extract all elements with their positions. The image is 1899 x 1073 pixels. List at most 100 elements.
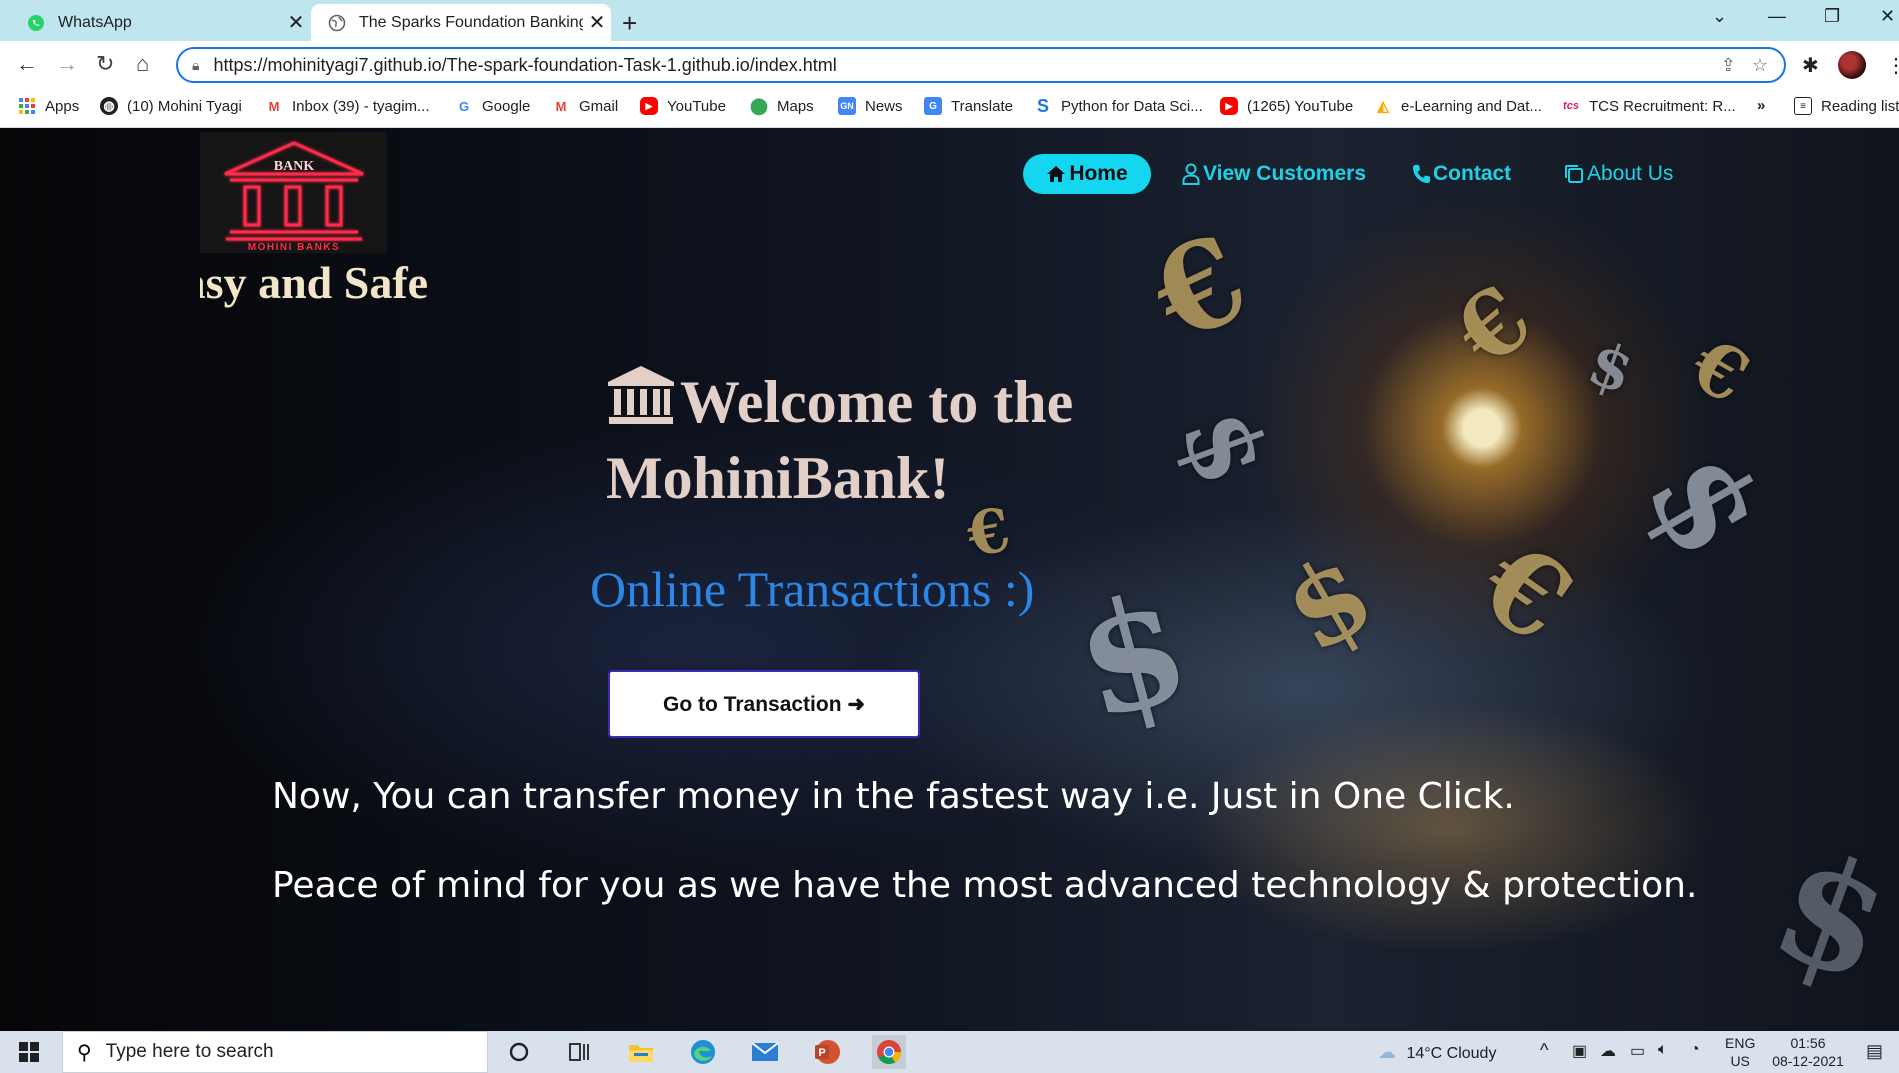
bookmark-mohini-tyagi[interactable]: ◍ (10) Mohini Tyagi (100, 97, 242, 115)
bookmark-python[interactable]: S Python for Data Sci... (1034, 95, 1203, 116)
forward-icon[interactable]: → (56, 51, 78, 77)
site-navbar: Home View Customers Contact About Us (0, 154, 1899, 194)
bookmark-apps[interactable]: Apps (18, 97, 79, 115)
bookmark-gmail[interactable]: M Gmail (552, 97, 619, 115)
cortana-button[interactable] (502, 1035, 536, 1069)
folder-icon (629, 1045, 653, 1062)
task-view-button[interactable] (562, 1035, 596, 1069)
nav-view-customers-label: View Customers (1203, 162, 1367, 185)
reading-list-button[interactable]: ≡ Reading list (1794, 97, 1899, 115)
start-button[interactable] (12, 1035, 46, 1069)
home-icon[interactable]: ⌂ (136, 51, 149, 77)
reload-icon[interactable]: ↻ (96, 51, 114, 77)
news-icon: GN (838, 97, 856, 115)
copy-icon (1565, 165, 1583, 183)
search-icon: ⚲ (77, 1041, 92, 1064)
bookmark-news[interactable]: GN News (838, 97, 903, 115)
nav-view-customers[interactable]: View Customers (1182, 154, 1366, 194)
reading-list-icon: ≡ (1794, 97, 1812, 115)
go-to-transaction-button[interactable]: Go to Transaction ➜ (608, 670, 920, 738)
svg-text:P: P (818, 1047, 825, 1059)
nav-home[interactable]: Home (1023, 154, 1151, 194)
bookmarks-bar: Apps ◍ (10) Mohini Tyagi M Inbox (39) - … (0, 88, 1899, 128)
restore-icon[interactable]: ❐ (1824, 6, 1840, 27)
bookmark-star-icon[interactable]: ☆ (1752, 55, 1768, 76)
bookmark-label: Apps (45, 97, 80, 115)
share-icon[interactable]: ⇪ (1721, 55, 1736, 76)
mail-button[interactable] (748, 1035, 782, 1069)
google-icon: G (458, 98, 470, 114)
menu-icon[interactable]: ⋮ (1886, 53, 1899, 78)
site-s-icon: S (1036, 95, 1049, 116)
user-icon (1182, 163, 1200, 185)
nav-contact-label: Contact (1433, 162, 1512, 185)
minimize-icon[interactable]: — (1768, 6, 1786, 27)
bookmark-tcs[interactable]: tcs TCS Recruitment: R... (1562, 97, 1736, 115)
close-tab-icon[interactable]: ✕ (583, 10, 611, 35)
clock-time: 01:56 (1790, 1035, 1826, 1051)
euro-symbol-decoration: € (1435, 265, 1552, 387)
clock[interactable]: 01:56 08-12-2021 (1768, 1034, 1848, 1070)
tab-search-icon[interactable]: ⌄ (1712, 6, 1727, 27)
nav-about-us[interactable]: About Us (1564, 154, 1673, 194)
powerpoint-button[interactable]: P (810, 1035, 844, 1069)
youtube-icon: ▶ (640, 97, 658, 115)
tab-sparks-banking[interactable]: The Sparks Foundation Banking S ✕ (311, 4, 611, 41)
profile-avatar[interactable] (1838, 51, 1866, 79)
weather-widget[interactable]: ☁ 14°C Cloudy (1378, 1042, 1496, 1063)
language-top: ENG (1725, 1035, 1756, 1051)
volume-icon[interactable]: 🔈︎ (1658, 1041, 1668, 1059)
file-explorer-button[interactable] (624, 1035, 658, 1069)
dollar-symbol-decoration: $ (1059, 557, 1206, 755)
dollar-symbol-decoration: $ (1262, 527, 1394, 678)
chrome-icon (877, 1040, 901, 1065)
bookmark-label: Inbox (39) - tyagim... (292, 97, 430, 115)
edge-button[interactable] (686, 1035, 720, 1069)
meet-now-icon[interactable]: ▣ (1572, 1041, 1587, 1061)
cortana-circle-icon (509, 1042, 529, 1062)
bookmark-maps[interactable]: ⬤ Maps (750, 97, 814, 116)
taskbar-search-placeholder[interactable]: Type here to search (106, 1041, 274, 1063)
welcome-line-1: Welcome to the (680, 369, 1074, 435)
back-icon[interactable]: ← (16, 51, 38, 77)
url-text[interactable]: https://mohinityagi7.github.io/The-spark… (213, 55, 1720, 76)
lock-icon[interactable]: 🔒︎ (192, 57, 199, 74)
language-bottom: US (1730, 1053, 1750, 1069)
chevron-up-icon[interactable]: ^ (1540, 1040, 1548, 1061)
chrome-button[interactable] (872, 1035, 906, 1069)
tab-title: WhatsApp (58, 13, 132, 31)
notifications-icon[interactable]: ▤ (1866, 1041, 1883, 1062)
online-transactions-subheading: Online Transactions :) (590, 561, 1035, 617)
dollar-symbol-decoration: $ (1157, 394, 1293, 500)
close-tab-icon[interactable]: ✕ (282, 10, 310, 35)
dollar-symbol-decoration: $ (1616, 427, 1795, 582)
battery-icon[interactable]: ▭ (1630, 1041, 1645, 1061)
nav-contact[interactable]: Contact (1412, 154, 1511, 194)
tcs-icon: tcs (1563, 100, 1579, 112)
welcome-heading: Welcome to the MohiniBank! (606, 364, 1166, 514)
bookmarks-overflow-button[interactable]: » (1757, 97, 1765, 114)
bookmark-label: e-Learning and Dat... (1401, 97, 1542, 115)
mail-icon (751, 1042, 779, 1061)
bookmark-youtube-1265[interactable]: ▶ (1265) YouTube (1220, 97, 1353, 115)
address-bar[interactable]: 🔒︎ https://mohinityagi7.github.io/The-sp… (176, 47, 1786, 83)
language-indicator[interactable]: ENG US (1725, 1034, 1755, 1070)
bookmark-translate[interactable]: G Translate (924, 97, 1013, 115)
extensions-icon[interactable]: ✱ (1802, 53, 1819, 78)
taskbar-search-box[interactable]: ⚲ Type here to search (62, 1031, 488, 1073)
bookmark-youtube[interactable]: ▶ YouTube (640, 97, 726, 115)
new-tab-icon[interactable]: + (622, 8, 637, 39)
globe-icon: ◍ (100, 97, 118, 115)
bookmark-google[interactable]: G Google (455, 97, 530, 115)
bookmark-inbox[interactable]: M Inbox (39) - tyagim... (265, 97, 430, 115)
logo-bottom-text: MOHINI BANKS (248, 242, 340, 253)
tab-whatsapp[interactable]: WhatsApp ✕ (10, 4, 310, 41)
bookmark-elearning[interactable]: ◭ e-Learning and Dat... (1374, 97, 1542, 116)
euro-symbol-decoration: € (1677, 321, 1764, 420)
close-window-icon[interactable]: ✕ (1880, 6, 1895, 27)
maps-icon: ⬤ (750, 98, 768, 115)
wifi-icon[interactable]: ◔ (1690, 1041, 1700, 1059)
dollar-symbol-decoration: $ (1579, 327, 1643, 409)
page-viewport: € € $ € $ $ € $ € $ $ BANK MOHINI BANKS (0, 128, 1899, 1031)
onedrive-icon[interactable]: ☁ (1600, 1041, 1616, 1061)
